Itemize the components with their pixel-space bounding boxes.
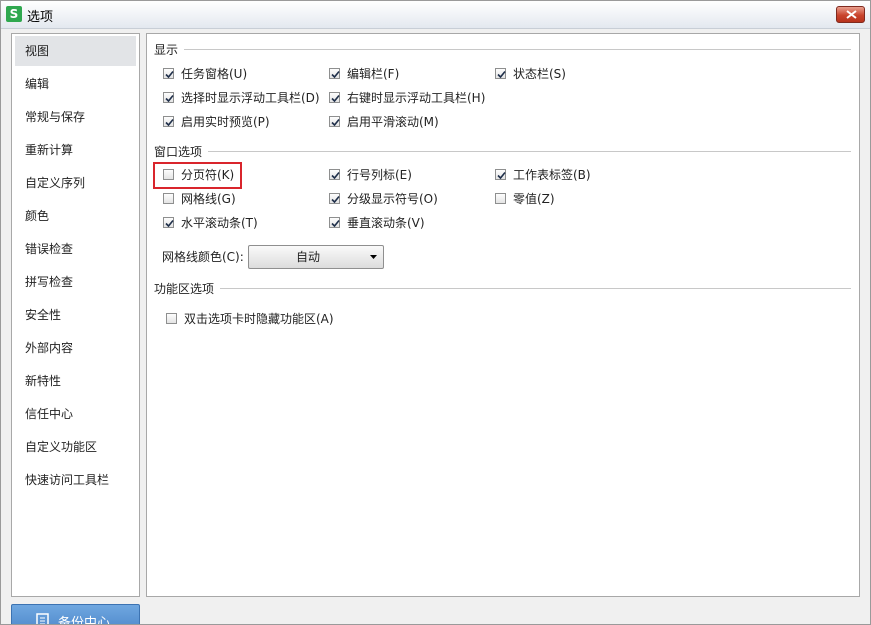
- checkmark-icon: [331, 118, 340, 127]
- checkmark-icon: [497, 70, 506, 79]
- option-label: 启用平滑滚动(M): [347, 115, 439, 129]
- options-panel: 显示 任务窗格(U) 编辑栏(F) 状态栏(S) 选择时显示浮动工具栏(D) 右…: [146, 33, 860, 597]
- sidebar-item-recalculate[interactable]: 重新计算: [15, 135, 136, 165]
- checkmark-icon: [165, 70, 174, 79]
- checkbox[interactable]: [166, 313, 177, 324]
- options-dialog: S 选项 视图 编辑 常规与保存 重新计算 自定义序列 颜色 错误检查 拼写检查…: [0, 0, 871, 625]
- document-icon: [36, 613, 49, 624]
- option-label: 选择时显示浮动工具栏(D): [181, 91, 320, 105]
- section-divider: [184, 49, 851, 50]
- checkbox[interactable]: [163, 193, 174, 204]
- close-button[interactable]: [836, 6, 865, 23]
- gridline-color-label: 网格线颜色(C):: [162, 250, 244, 264]
- sidebar-item-custom-lists[interactable]: 自定义序列: [15, 168, 136, 198]
- checkbox[interactable]: [163, 217, 174, 228]
- checkbox[interactable]: [495, 193, 506, 204]
- checkbox[interactable]: [163, 68, 174, 79]
- gridline-color-value: 自动: [295, 250, 320, 264]
- sidebar-item-spell-check[interactable]: 拼写检查: [15, 267, 136, 297]
- option-label: 任务窗格(U): [181, 67, 248, 81]
- sidebar-item-external-content[interactable]: 外部内容: [15, 333, 136, 363]
- checkbox[interactable]: [163, 92, 174, 103]
- option-label: 分级显示符号(O): [347, 192, 438, 206]
- sidebar-item-quick-access-toolbar[interactable]: 快速访问工具栏: [15, 465, 136, 495]
- sidebar-item-error-check[interactable]: 错误检查: [15, 234, 136, 264]
- option-label: 启用实时预览(P): [181, 115, 270, 129]
- title-bar[interactable]: S 选项: [1, 1, 870, 29]
- section-title-window-options: 窗口选项: [154, 143, 207, 160]
- sidebar-item-customize-ribbon[interactable]: 自定义功能区: [15, 432, 136, 462]
- sidebar-nav: 视图 编辑 常规与保存 重新计算 自定义序列 颜色 错误检查 拼写检查 安全性 …: [11, 33, 140, 597]
- sidebar-item-color[interactable]: 颜色: [15, 201, 136, 231]
- option-label: 编辑栏(F): [347, 67, 400, 81]
- checkmark-icon: [331, 94, 340, 103]
- option-label: 垂直滚动条(V): [347, 216, 425, 230]
- sidebar-item-general-save[interactable]: 常规与保存: [15, 102, 136, 132]
- checkbox[interactable]: [329, 217, 340, 228]
- checkbox[interactable]: [495, 68, 506, 79]
- checkmark-icon: [165, 118, 174, 127]
- backup-center-label: 备份中心: [58, 616, 111, 625]
- checkmark-icon: [331, 171, 340, 180]
- checkmark-icon: [331, 70, 340, 79]
- checkmark-icon: [331, 195, 340, 204]
- sidebar-item-security[interactable]: 安全性: [15, 300, 136, 330]
- close-icon: [846, 10, 857, 19]
- checkbox[interactable]: [495, 169, 506, 180]
- window-title: 选项: [27, 10, 54, 25]
- sidebar-item-view[interactable]: 视图: [15, 36, 136, 66]
- checkbox[interactable]: [163, 116, 174, 127]
- checkmark-icon: [331, 219, 340, 228]
- checkbox[interactable]: [329, 193, 340, 204]
- checkbox[interactable]: [329, 169, 340, 180]
- dropdown-arrow-icon: [370, 255, 377, 259]
- section-title-display: 显示: [154, 41, 183, 58]
- checkmark-icon: [165, 219, 174, 228]
- option-label: 零值(Z): [513, 192, 555, 206]
- section-divider: [208, 151, 851, 152]
- checkbox[interactable]: [163, 169, 174, 180]
- checkbox[interactable]: [329, 116, 340, 127]
- option-label: 工作表标签(B): [513, 168, 591, 182]
- backup-center-button[interactable]: 备份中心: [11, 604, 140, 625]
- option-label: 网格线(G): [181, 192, 236, 206]
- option-label: 行号列标(E): [347, 168, 412, 182]
- checkmark-icon: [497, 171, 506, 180]
- section-divider: [220, 288, 851, 289]
- section-title-ribbon-options: 功能区选项: [154, 280, 219, 297]
- option-label: 分页符(K): [181, 168, 235, 182]
- gridline-color-select[interactable]: 自动: [248, 245, 384, 269]
- option-label: 水平滚动条(T): [181, 216, 258, 230]
- sidebar-item-new-features[interactable]: 新特性: [15, 366, 136, 396]
- checkbox[interactable]: [329, 68, 340, 79]
- option-label: 双击选项卡时隐藏功能区(A): [184, 312, 334, 326]
- sidebar-item-edit[interactable]: 编辑: [15, 69, 136, 99]
- checkbox[interactable]: [329, 92, 340, 103]
- sidebar-item-trust-center[interactable]: 信任中心: [15, 399, 136, 429]
- checkmark-icon: [165, 94, 174, 103]
- option-label: 右键时显示浮动工具栏(H): [347, 91, 486, 105]
- app-logo-icon: S: [6, 6, 22, 22]
- option-label: 状态栏(S): [513, 67, 566, 81]
